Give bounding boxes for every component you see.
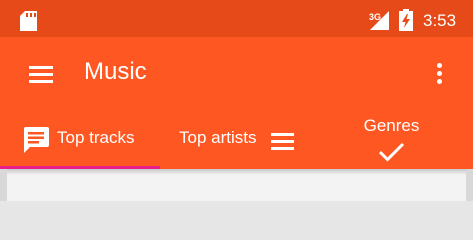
tab-top-artists[interactable]: Top artists	[160, 111, 310, 169]
tab-top-tracks[interactable]: Top tracks	[0, 111, 160, 169]
app-bar-shadow	[0, 169, 473, 175]
app-bar: Music Top tracks Top artists Genres	[0, 37, 473, 169]
list-icon	[270, 131, 296, 151]
signal-icon	[370, 11, 389, 30]
tab-label: Top tracks	[57, 128, 135, 147]
tab-label: Genres	[363, 116, 420, 135]
tab-genres[interactable]: Genres	[310, 111, 473, 169]
tab-label: Top artists	[179, 128, 257, 147]
sd-card-icon	[20, 11, 37, 31]
chat-bubble-icon	[23, 127, 49, 153]
clock: 3:53	[423, 11, 457, 30]
status-bar: 3G 3:53	[0, 0, 473, 37]
battery-charging-icon	[399, 9, 413, 31]
content-edge-left	[0, 169, 7, 201]
content-edge-right	[466, 169, 473, 201]
check-icon	[378, 142, 405, 162]
page-title: Music	[84, 58, 147, 85]
hamburger-menu-icon[interactable]	[25, 63, 59, 85]
more-vert-icon[interactable]	[430, 61, 448, 87]
